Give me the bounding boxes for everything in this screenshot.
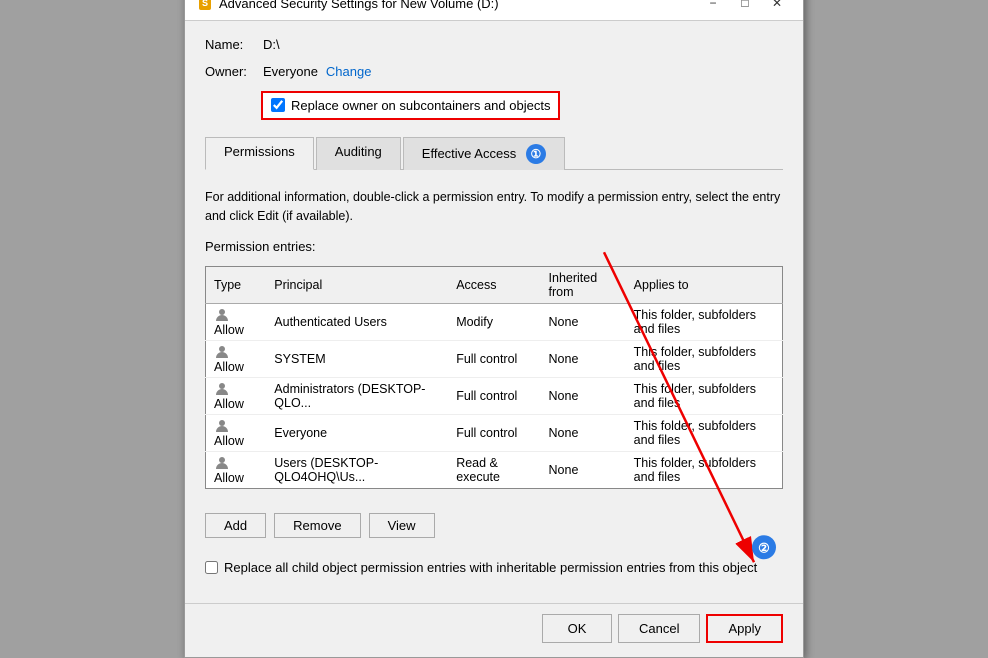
name-row: Name: D:\ [205,37,783,52]
close-button[interactable]: ✕ [763,0,791,13]
owner-row: Owner: Everyone Change [205,64,783,79]
remove-button[interactable]: Remove [274,513,360,538]
cell-inherited: None [541,378,626,415]
cell-type: Allow [206,378,267,415]
user-icon [214,455,230,471]
col-principal: Principal [266,267,448,304]
cell-applies: This folder, subfolders and files [626,304,783,341]
replace-permissions-checkbox[interactable] [205,561,218,574]
user-icon [214,307,230,323]
owner-value: Everyone [263,64,318,79]
tab-bar: Permissions Auditing Effective Access ① [205,136,783,170]
cancel-button[interactable]: Cancel [618,614,700,643]
window-controls: − □ ✕ [699,0,791,13]
cell-applies: This folder, subfolders and files [626,341,783,378]
cell-inherited: None [541,341,626,378]
apply-button[interactable]: Apply [706,614,783,643]
permission-table: Type Principal Access Inherited from App… [205,266,783,489]
user-icon [214,344,230,360]
main-window: S Advanced Security Settings for New Vol… [184,0,804,658]
window-title: Advanced Security Settings for New Volum… [219,0,499,11]
title-bar: S Advanced Security Settings for New Vol… [185,0,803,21]
info-text: For additional information, double-click… [205,188,783,226]
col-applies: Applies to [626,267,783,304]
replace-permissions-row: Replace all child object permission entr… [205,560,783,575]
replace-permissions-label: Replace all child object permission entr… [224,560,757,575]
table-row[interactable]: AllowUsers (DESKTOP-QLO4OHQ\Us...Read & … [206,452,783,489]
name-value: D:\ [263,37,280,52]
cell-access: Read & execute [448,452,540,489]
replace-owner-row: Replace owner on subcontainers and objec… [261,91,560,120]
permission-entries-label: Permission entries: [205,239,783,254]
ok-button[interactable]: OK [542,614,612,643]
tab-effective-access[interactable]: Effective Access ① [403,137,565,170]
cell-applies: This folder, subfolders and files [626,378,783,415]
cell-access: Full control [448,341,540,378]
cell-principal: Administrators (DESKTOP-QLO... [266,378,448,415]
add-button[interactable]: Add [205,513,266,538]
cell-principal: SYSTEM [266,341,448,378]
cell-type: Allow [206,415,267,452]
view-button[interactable]: View [369,513,435,538]
cell-access: Full control [448,378,540,415]
name-label: Name: [205,37,255,52]
replace-owner-label: Replace owner on subcontainers and objec… [291,98,550,113]
user-icon [214,418,230,434]
cell-applies: This folder, subfolders and files [626,415,783,452]
change-link[interactable]: Change [326,64,372,79]
table-action-buttons: Add Remove View [205,513,783,538]
shield-icon: S [197,0,213,11]
cell-inherited: None [541,304,626,341]
bottom-button-bar: OK Cancel Apply [185,603,803,657]
table-row[interactable]: AllowAdministrators (DESKTOP-QLO...Full … [206,378,783,415]
table-row[interactable]: AllowEveryoneFull controlNoneThis folder… [206,415,783,452]
cell-type: Allow [206,452,267,489]
cell-applies: This folder, subfolders and files [626,452,783,489]
table-row[interactable]: AllowSYSTEMFull controlNoneThis folder, … [206,341,783,378]
replace-owner-checkbox[interactable] [271,98,285,112]
col-access: Access [448,267,540,304]
owner-label: Owner: [205,64,255,79]
cell-type: Allow [206,304,267,341]
col-type: Type [206,267,267,304]
cell-principal: Everyone [266,415,448,452]
cell-access: Modify [448,304,540,341]
cell-principal: Users (DESKTOP-QLO4OHQ\Us... [266,452,448,489]
content-area: Name: D:\ Owner: Everyone Change Replace… [185,21,803,604]
table-row[interactable]: AllowAuthenticated UsersModifyNoneThis f… [206,304,783,341]
tab-badge: ① [526,144,546,164]
cell-principal: Authenticated Users [266,304,448,341]
svg-text:S: S [202,0,208,8]
user-icon [214,381,230,397]
tab-auditing[interactable]: Auditing [316,137,401,170]
cell-access: Full control [448,415,540,452]
cell-inherited: None [541,452,626,489]
maximize-button[interactable]: □ [731,0,759,13]
cell-inherited: None [541,415,626,452]
minimize-button[interactable]: − [699,0,727,13]
col-inherited: Inherited from [541,267,626,304]
cell-type: Allow [206,341,267,378]
tab-permissions[interactable]: Permissions [205,137,314,170]
